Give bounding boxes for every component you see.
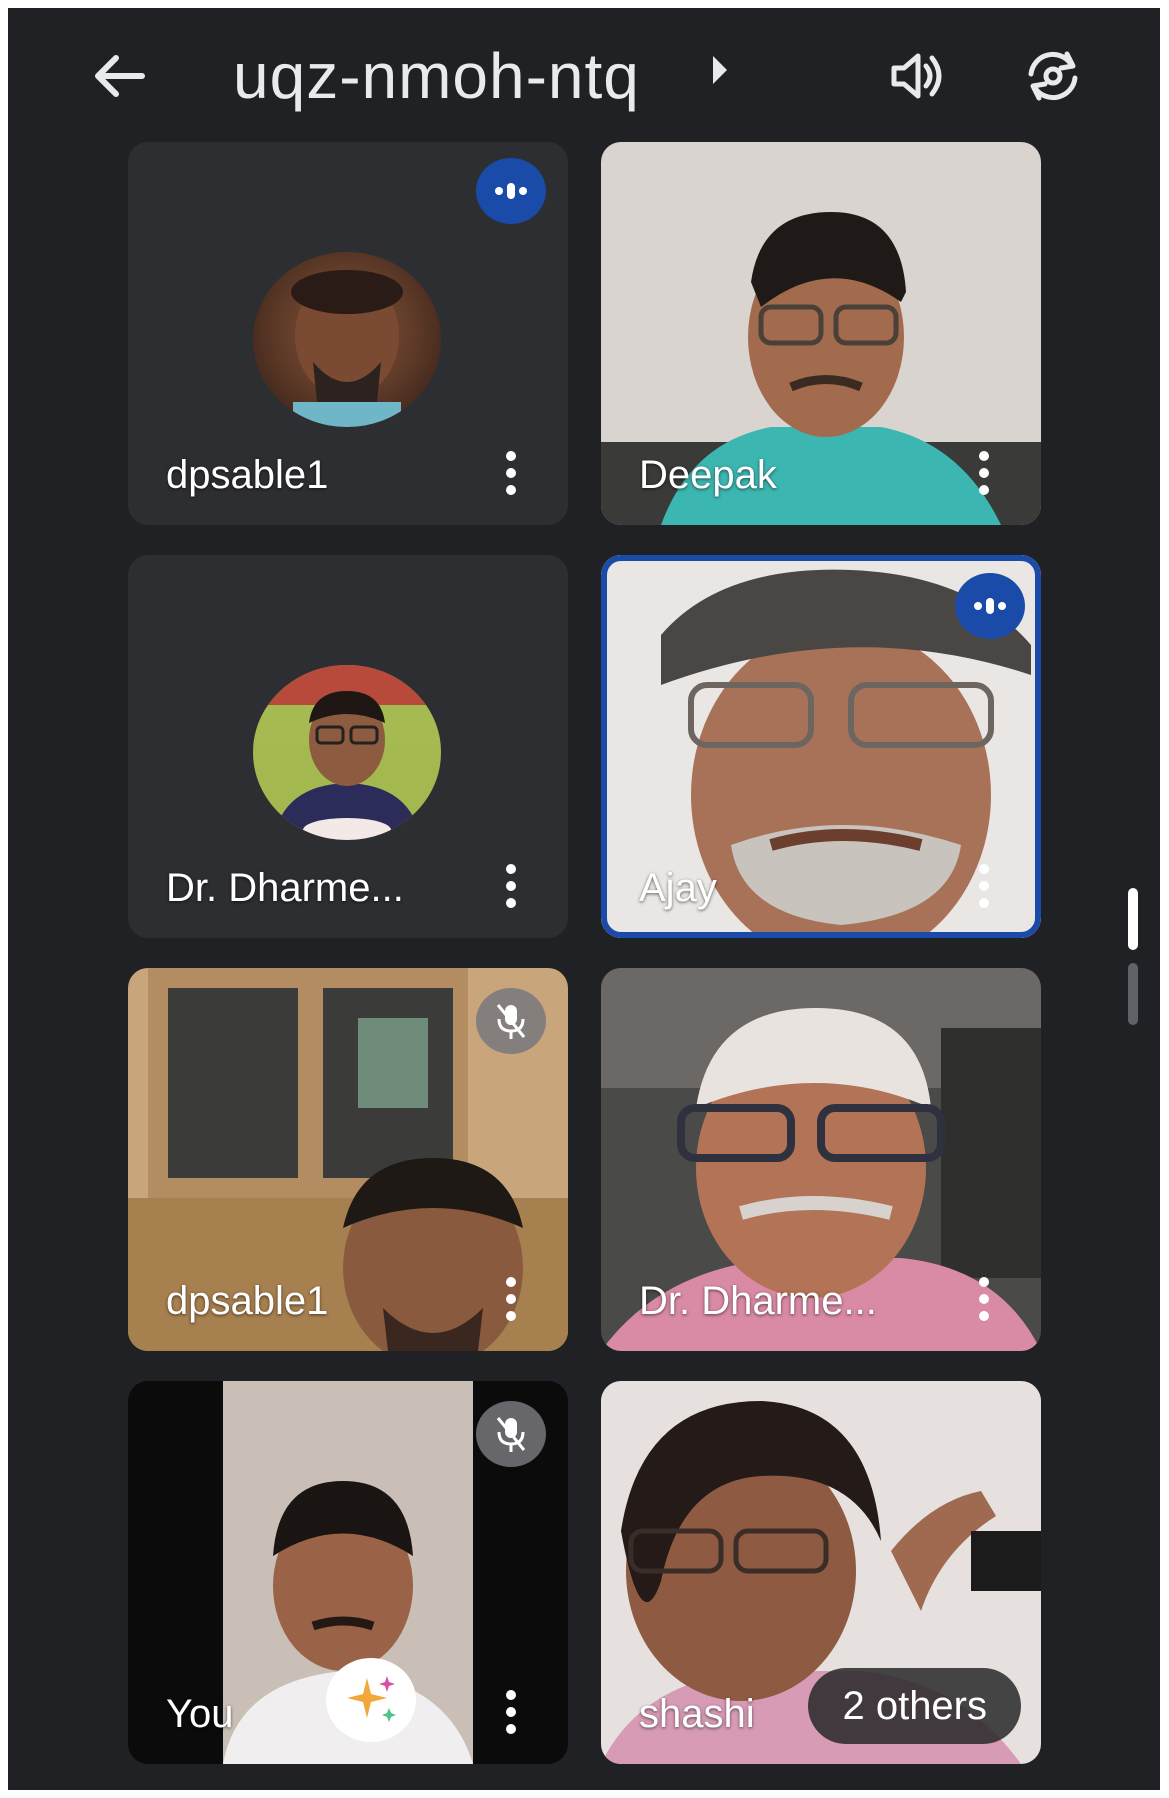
more-options-icon[interactable] <box>977 1277 991 1321</box>
mic-off-icon <box>476 1401 546 1467</box>
participant-tile[interactable]: Dr. Dharme... <box>128 555 568 938</box>
more-options-icon[interactable] <box>977 451 991 495</box>
arrow-back-icon <box>95 55 145 97</box>
speaking-indicator-icon <box>955 573 1025 639</box>
back-button[interactable] <box>78 38 158 114</box>
participant-name: Dr. Dharme... <box>166 866 404 910</box>
participant-tile[interactable]: dpsable1 <box>128 142 568 525</box>
avatar <box>253 665 441 840</box>
others-chip[interactable]: 2 others <box>808 1668 1021 1744</box>
participant-name: You <box>166 1692 234 1736</box>
participant-name: shashi <box>639 1692 755 1736</box>
participant-tile[interactable]: dpsable1 <box>128 968 568 1351</box>
participant-name: Ajay <box>639 866 717 910</box>
more-options-icon[interactable] <box>504 1277 518 1321</box>
volume-icon <box>891 53 942 99</box>
scrollbar-track[interactable] <box>1128 963 1138 1025</box>
participant-name: Dr. Dharme... <box>639 1279 877 1323</box>
mic-off-icon <box>476 988 546 1054</box>
more-options-icon[interactable] <box>504 864 518 908</box>
more-options-icon[interactable] <box>504 451 518 495</box>
effects-button[interactable] <box>326 1658 416 1742</box>
more-options-icon[interactable] <box>977 864 991 908</box>
scrollbar-thumb[interactable] <box>1128 888 1138 950</box>
speaking-indicator-icon <box>476 158 546 224</box>
participant-tile[interactable]: Dr. Dharme... <box>601 968 1041 1351</box>
participant-name: dpsable1 <box>166 453 329 497</box>
participant-tile[interactable]: shashi 2 others <box>601 1381 1041 1764</box>
meeting-code[interactable]: uqz-nmoh-ntq <box>233 36 640 116</box>
caret-right-icon[interactable] <box>713 56 727 84</box>
meet-screen: uqz-nmoh-ntq dpsable1 Deepak Dr. Dharme.… <box>8 8 1160 1790</box>
participant-name: dpsable1 <box>166 1279 329 1323</box>
participant-tile[interactable]: Ajay <box>601 555 1041 938</box>
participant-tile[interactable]: You <box>128 1381 568 1764</box>
top-bar: uqz-nmoh-ntq <box>8 8 1160 128</box>
more-options-icon[interactable] <box>504 1690 518 1734</box>
sparkle-icon <box>347 1676 396 1722</box>
participant-tile[interactable]: Deepak <box>601 142 1041 525</box>
participant-name: Deepak <box>639 453 777 497</box>
avatar <box>253 252 441 427</box>
flip-camera-button[interactable] <box>1013 38 1093 114</box>
speaker-button[interactable] <box>878 38 958 114</box>
camera-flip-icon <box>1028 51 1078 101</box>
